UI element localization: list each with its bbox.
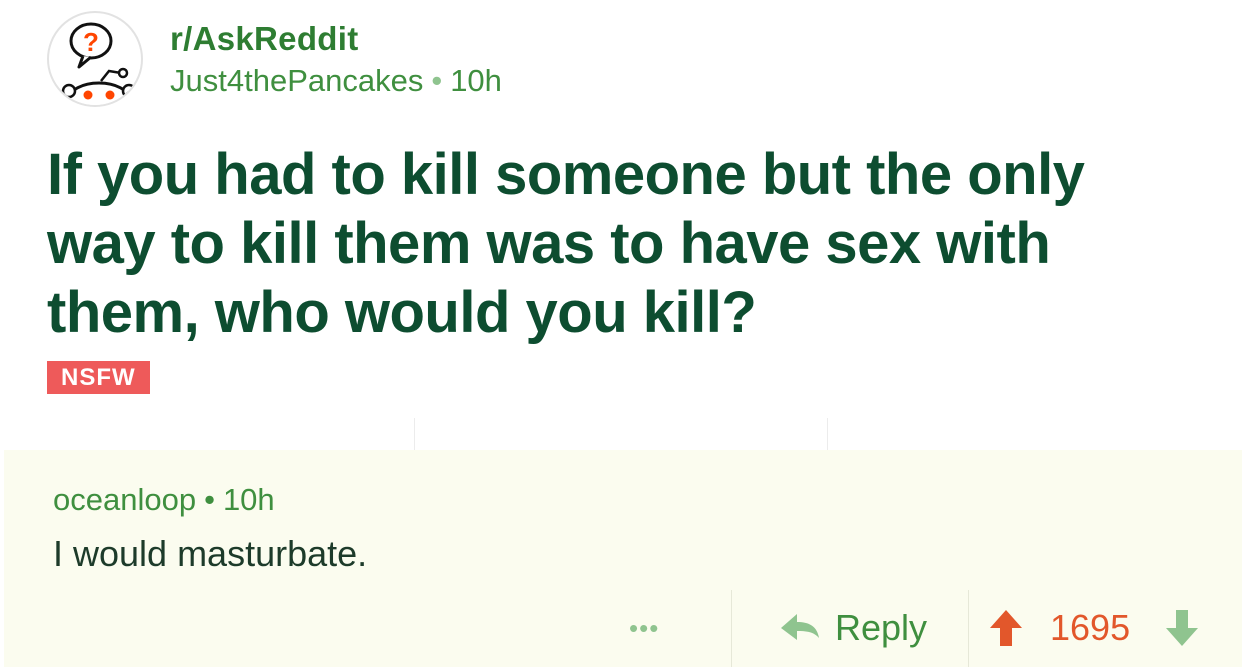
comment-meta: oceanloop • 10h [53,482,275,518]
nsfw-badge: NSFW [47,361,150,394]
meta-separator: • [204,482,215,517]
comment-author[interactable]: oceanloop [53,482,196,517]
upvote-arrow-icon[interactable] [988,608,1024,653]
comment-score: 1695 [1050,607,1131,648]
post-header: ? r/AskReddit Just4thePancakes • 10h If yo… [0,0,1242,450]
reply-arrow-icon [781,614,819,640]
meta-separator: • [431,63,443,98]
post-age: 10h [450,63,502,98]
comment-body: I would masturbate. [53,533,368,574]
subreddit-name[interactable]: r/AskReddit [170,20,359,58]
comment-actions: ••• Reply 1695 [4,590,1242,667]
comment-age: 10h [222,482,275,517]
action-divider [731,590,732,667]
subreddit-avatar-icon[interactable]: ? [47,11,143,107]
downvote-arrow-icon[interactable] [1164,608,1200,653]
reply-label: Reply [835,607,928,648]
reply-button[interactable]: Reply [779,603,927,653]
action-divider [968,590,969,667]
svg-text:?: ? [83,27,99,57]
post-author[interactable]: Just4thePancakes [170,63,423,98]
more-options-icon[interactable]: ••• [629,613,659,644]
post-title[interactable]: If you had to kill someone but the only … [47,140,1167,347]
post-meta: Just4thePancakes • 10h [170,63,502,99]
post-action-divider [827,418,828,450]
askreddit-snoo-icon: ? [61,22,137,105]
comment-card: oceanloop • 10h I would masturbate. ••• Re… [4,450,1242,667]
post-action-divider [414,418,415,450]
